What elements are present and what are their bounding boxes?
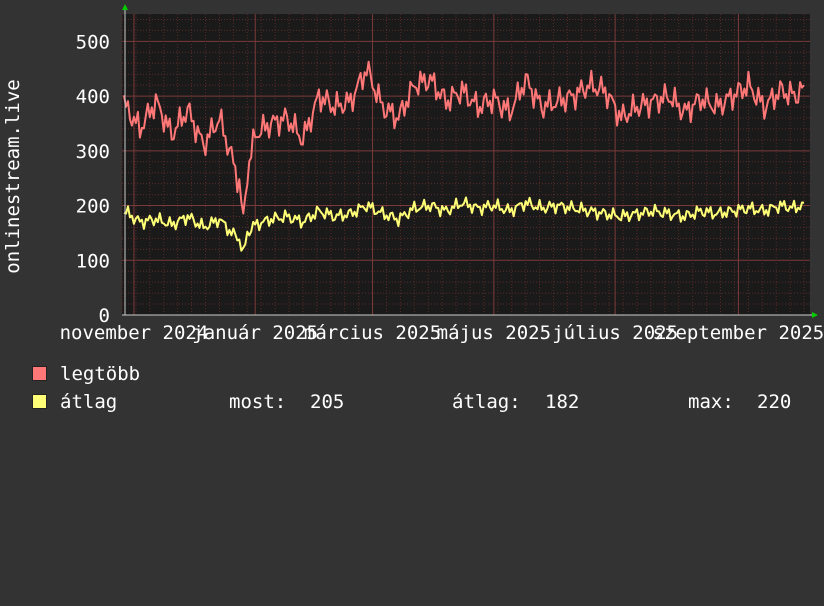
- stat-max-label: max:: [688, 391, 734, 413]
- legend-label-atlag: átlag: [60, 391, 118, 413]
- y-tick-label: 400: [76, 86, 110, 108]
- x-tick-label: szeptember 2025: [653, 322, 824, 344]
- stat-avg-value: 182: [545, 391, 580, 413]
- x-tick-label: november 2024: [60, 322, 209, 344]
- y-tick-label: 100: [76, 250, 110, 272]
- x-axis-arrow: [812, 312, 818, 318]
- legend-swatch-legtobb: [32, 366, 47, 381]
- legend-swatch-atlag: [32, 394, 47, 409]
- y-tick-label: 300: [76, 141, 110, 163]
- y-tick-label: 200: [76, 196, 110, 218]
- stat-most-label: most:: [229, 391, 287, 413]
- stat-max-value: 220: [757, 391, 792, 413]
- x-tick-label: március 2025: [304, 322, 441, 344]
- stat-most-value: 205: [310, 391, 345, 413]
- legend-label-legtobb: legtöbb: [60, 363, 141, 385]
- legend-item-atlag: átlag most: 205 átlag: 182 max: 220: [32, 390, 822, 414]
- y-axis-label: onlinestream.live: [2, 79, 24, 273]
- y-tick-label: 500: [76, 31, 110, 53]
- x-tick-label: január 2025: [192, 322, 318, 344]
- legend-item-legtobb: legtöbb: [32, 362, 140, 386]
- y-axis-arrow: [122, 4, 128, 10]
- stat-avg-label: átlag:: [452, 391, 521, 413]
- x-tick-label: május 2025: [437, 322, 551, 344]
